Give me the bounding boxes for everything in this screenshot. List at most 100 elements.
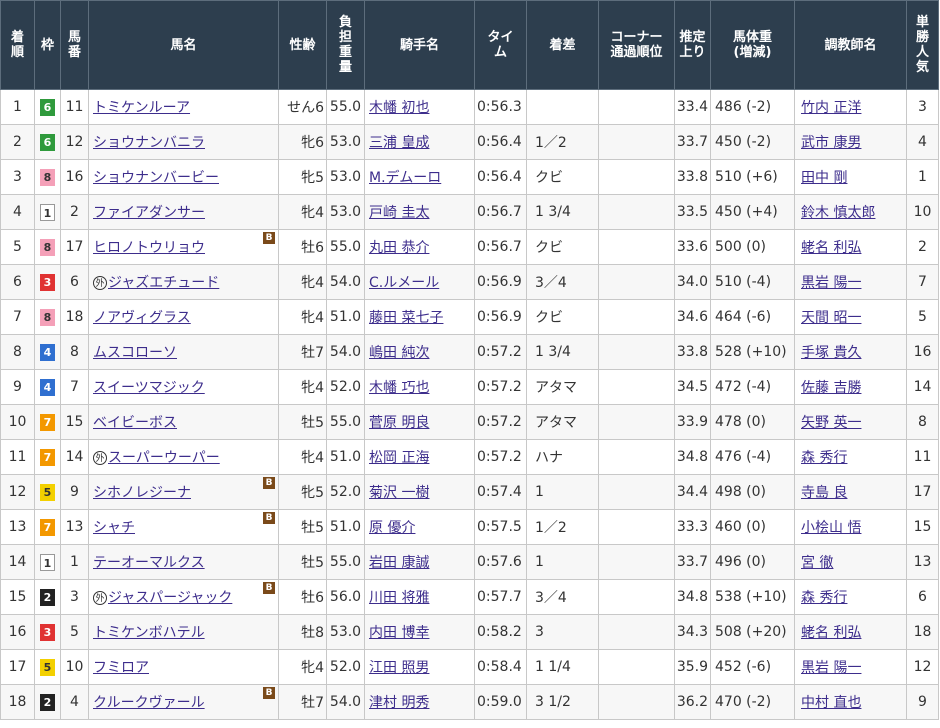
foreign-horse-mark: 外 xyxy=(93,276,107,290)
last3f-cell: 33.8 xyxy=(674,159,711,195)
header-rank[interactable]: 着順 xyxy=(0,0,35,90)
horse-name-link[interactable]: スイーツマジック xyxy=(93,380,205,396)
horse-name-link[interactable]: ファイアダンサー xyxy=(93,205,205,221)
jockey-link[interactable]: 原 優介 xyxy=(369,520,415,536)
waku-cell: 1 xyxy=(34,544,61,580)
margin-cell: 1 1/4 xyxy=(526,649,599,685)
trainer-cell: 中村 直也 xyxy=(794,684,907,720)
corner-cell xyxy=(598,264,675,300)
jockey-link[interactable]: 木幡 初也 xyxy=(369,100,429,116)
trainer-link[interactable]: 武市 康男 xyxy=(801,135,861,151)
header-sexage[interactable]: 性齢 xyxy=(278,0,327,90)
trainer-link[interactable]: 宮 徹 xyxy=(801,555,833,571)
header-name[interactable]: 馬名 xyxy=(88,0,279,90)
horse-name-link[interactable]: ジャズエチュード xyxy=(108,275,219,291)
jockey-link[interactable]: 川田 将雅 xyxy=(369,590,429,606)
trainer-link[interactable]: 蛯名 利弘 xyxy=(801,625,861,641)
trainer-cell: 田中 剛 xyxy=(794,159,907,195)
popularity-cell: 15 xyxy=(906,509,939,545)
trainer-link[interactable]: 中村 直也 xyxy=(801,695,861,711)
header-last3f[interactable]: 推定上り xyxy=(674,0,711,90)
trainer-link[interactable]: 黒岩 陽一 xyxy=(801,275,861,291)
last3f-cell: 35.9 xyxy=(674,649,711,685)
waku-cell: 4 xyxy=(34,334,61,370)
horse-name-link[interactable]: ショウナンバービー xyxy=(93,170,219,186)
header-corner-label: コーナー通過順位 xyxy=(610,30,663,60)
header-weight[interactable]: 負担重量 xyxy=(326,0,365,90)
umaban-cell: 14 xyxy=(60,439,89,475)
jockey-link[interactable]: 松岡 正海 xyxy=(369,450,429,466)
horse-name-cell: テーオーマルクス xyxy=(88,544,279,580)
horse-name-link[interactable]: ムスコローソ xyxy=(93,345,177,361)
header-time[interactable]: タイム xyxy=(474,0,527,90)
waku-badge: 7 xyxy=(40,448,55,466)
jockey-link[interactable]: 江田 照男 xyxy=(369,660,429,676)
trainer-link[interactable]: 森 秀行 xyxy=(801,450,847,466)
jockey-cell: 菊沢 一樹 xyxy=(364,474,475,510)
header-trainer[interactable]: 調教師名 xyxy=(794,0,907,90)
header-umaban[interactable]: 馬番 xyxy=(60,0,89,90)
horse-name-link[interactable]: クルークヴァール xyxy=(93,695,205,711)
trainer-link[interactable]: 佐藤 吉勝 xyxy=(801,380,861,396)
header-bodyweight[interactable]: 馬体重(増減) xyxy=(710,0,795,90)
weight-cell: 54.0 xyxy=(326,334,365,370)
waku-cell: 5 xyxy=(34,474,61,510)
trainer-cell: 寺島 良 xyxy=(794,474,907,510)
waku-badge: 8 xyxy=(40,308,55,326)
trainer-link[interactable]: 天間 昭一 xyxy=(801,310,861,326)
trainer-link[interactable]: 田中 剛 xyxy=(801,170,847,186)
horse-name-link[interactable]: ジャスパージャック xyxy=(108,590,232,606)
jockey-link[interactable]: 戸崎 圭太 xyxy=(369,205,429,221)
rank-cell: 6 xyxy=(0,264,35,300)
jockey-link[interactable]: 菊沢 一樹 xyxy=(369,485,429,501)
horse-name-link[interactable]: シャチ xyxy=(93,520,135,536)
header-waku[interactable]: 枠 xyxy=(34,0,61,90)
jockey-link[interactable]: C.ルメール xyxy=(369,275,439,291)
horse-name-link[interactable]: トミケンルーア xyxy=(93,100,190,116)
time-cell: 0:57.5 xyxy=(474,509,527,545)
trainer-link[interactable]: 竹内 正洋 xyxy=(801,100,861,116)
horse-name-link[interactable]: シホノレジーナ xyxy=(93,485,191,501)
trainer-link[interactable]: 黒岩 陽一 xyxy=(801,660,861,676)
trainer-link[interactable]: 小桧山 悟 xyxy=(801,520,861,536)
margin-cell xyxy=(526,89,599,125)
horse-name-link[interactable]: トミケンボハテル xyxy=(93,625,205,641)
jockey-link[interactable]: 津村 明秀 xyxy=(369,695,429,711)
horse-name-link[interactable]: テーオーマルクス xyxy=(93,555,205,571)
header-popularity[interactable]: 単勝人気 xyxy=(906,0,939,90)
header-corner[interactable]: コーナー通過順位 xyxy=(598,0,675,90)
horse-name-link[interactable]: ヒロノトウリョウ xyxy=(93,240,205,256)
jockey-link[interactable]: 藤田 菜七子 xyxy=(369,310,443,326)
bodyweight-cell: 472 (-4) xyxy=(710,369,795,405)
jockey-link[interactable]: 菅原 明良 xyxy=(369,415,429,431)
corner-cell xyxy=(598,404,675,440)
header-margin[interactable]: 着差 xyxy=(526,0,599,90)
header-jockey[interactable]: 騎手名 xyxy=(364,0,475,90)
weight-cell: 53.0 xyxy=(326,159,365,195)
jockey-link[interactable]: 丸田 恭介 xyxy=(369,240,429,256)
trainer-link[interactable]: 森 秀行 xyxy=(801,590,847,606)
trainer-link[interactable]: 寺島 良 xyxy=(801,485,847,501)
jockey-link[interactable]: M.デムーロ xyxy=(369,170,441,186)
jockey-link[interactable]: 嶋田 純次 xyxy=(369,345,429,361)
rank-cell: 17 xyxy=(0,649,35,685)
jockey-link[interactable]: 三浦 皇成 xyxy=(369,135,429,151)
trainer-link[interactable]: 手塚 貴久 xyxy=(801,345,861,361)
trainer-link[interactable]: 矢野 英一 xyxy=(801,415,861,431)
jockey-link[interactable]: 木幡 巧也 xyxy=(369,380,429,396)
waku-badge: 3 xyxy=(40,623,55,641)
jockey-link[interactable]: 岩田 康誠 xyxy=(369,555,429,571)
horse-name-link[interactable]: ノアヴィグラス xyxy=(93,310,191,326)
horse-name-link[interactable]: ショウナンバニラ xyxy=(93,135,205,151)
horse-name-link[interactable]: スーパーウーパー xyxy=(108,450,220,466)
trainer-link[interactable]: 鈴木 慎太郎 xyxy=(801,205,875,221)
margin-cell: クビ xyxy=(526,229,599,265)
horse-name-link[interactable]: ベイビーボス xyxy=(93,415,177,431)
header-waku-label: 枠 xyxy=(40,37,54,53)
margin-cell: 3／4 xyxy=(526,264,599,300)
trainer-link[interactable]: 蛯名 利弘 xyxy=(801,240,861,256)
horse-name-link[interactable]: フミロア xyxy=(93,660,149,676)
waku-badge: 2 xyxy=(40,693,55,711)
jockey-link[interactable]: 内田 博幸 xyxy=(369,625,429,641)
weight-cell: 55.0 xyxy=(326,404,365,440)
